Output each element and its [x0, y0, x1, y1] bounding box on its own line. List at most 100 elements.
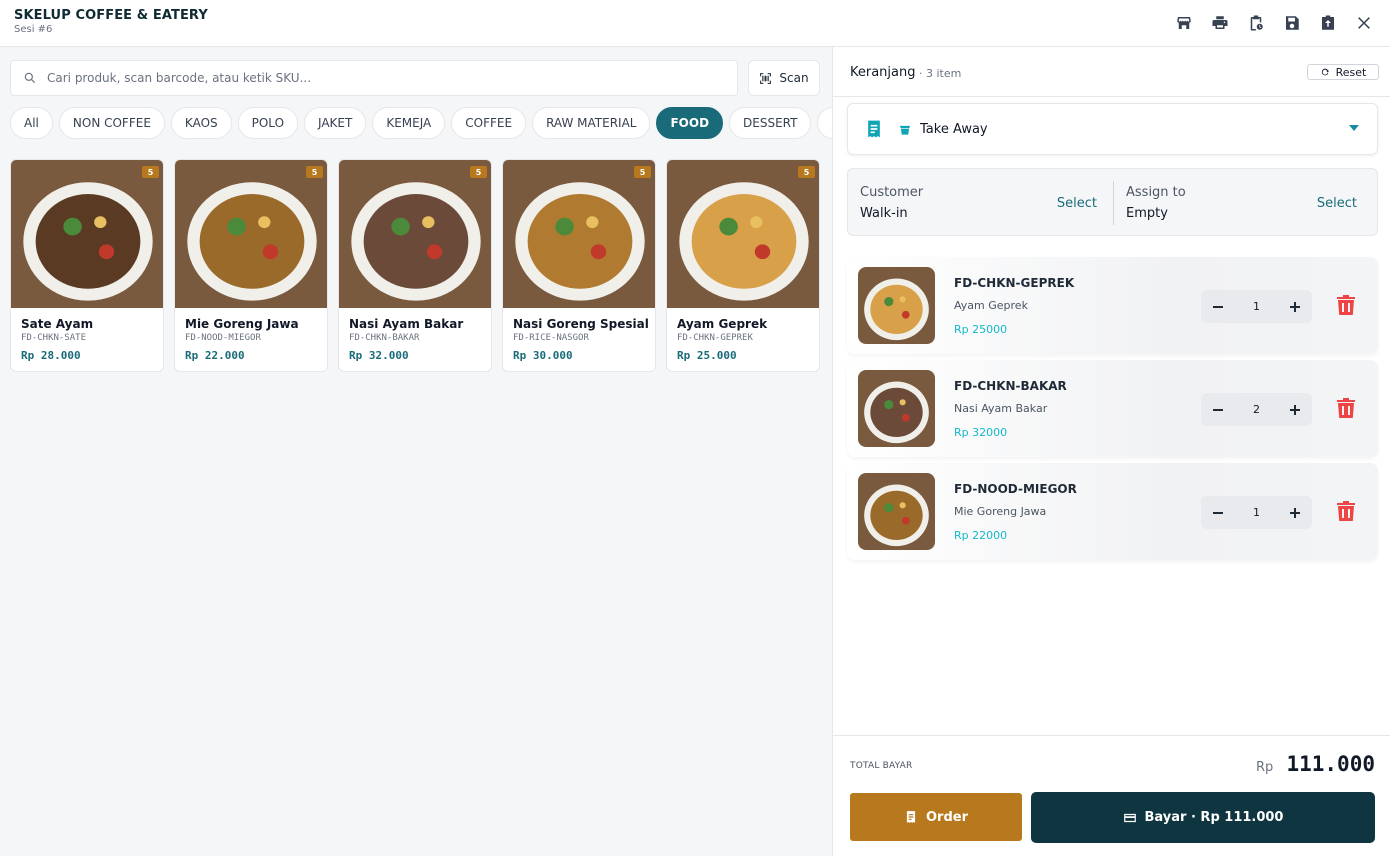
- chevron-down-icon: [1349, 125, 1359, 131]
- product-name: Nasi Goreng Spesial: [513, 317, 649, 331]
- save-icon[interactable]: [1280, 11, 1304, 35]
- cart-item-count: · 3 item: [919, 67, 962, 80]
- cart-item-sku: FD-CHKN-BAKAR: [954, 379, 1067, 393]
- product-sku: FD-CHKN-GEPREK: [677, 333, 753, 343]
- product-price: Rp 30.000: [513, 349, 573, 362]
- trash-icon[interactable]: [1337, 398, 1355, 418]
- assign-section: Assign to Empty Select: [1114, 169, 1379, 237]
- total-label: TOTAL BAYAR: [850, 761, 913, 771]
- customer-assign-panel: Customer Walk-in Select Assign to Empty …: [847, 168, 1378, 236]
- pay-label: Bayar · Rp 111.000: [1144, 810, 1284, 825]
- order-button[interactable]: Order: [850, 793, 1022, 841]
- clipboard-clock-icon[interactable]: [1244, 11, 1268, 35]
- trash-icon[interactable]: [1337, 295, 1355, 315]
- customer-select-button[interactable]: Select: [1057, 196, 1097, 211]
- plus-icon[interactable]: [1288, 506, 1302, 520]
- product-grid: 5 Sate Ayam FD-CHKN-SATE Rp 28.000 5 Mie Gore…: [10, 159, 820, 372]
- product-name: Nasi Ayam Bakar: [349, 317, 464, 331]
- receipt-icon: [864, 119, 884, 139]
- cart-item: FD-CHKN-BAKAR Nasi Ayam Bakar Rp 32000 2: [847, 360, 1378, 457]
- quantity-value: 1: [1253, 506, 1260, 519]
- trash-icon[interactable]: [1337, 501, 1355, 521]
- reset-label: Reset: [1335, 65, 1367, 79]
- scan-label: Scan: [779, 71, 809, 85]
- category-chip-raw-material[interactable]: RAW MATERIAL: [532, 107, 651, 139]
- cart-item: FD-NOOD-MIEGOR Mie Goreng Jawa Rp 22000 1: [847, 463, 1378, 560]
- category-chip-celana[interactable]: CELANA: [817, 107, 832, 139]
- product-card[interactable]: 5 Mie Goreng Jawa FD-NOOD-MIEGOR Rp 22.000: [174, 159, 328, 372]
- order-type-select[interactable]: Take Away: [847, 103, 1378, 155]
- top-bar: SKELUP COFFEE & EATERY Sesi #6: [0, 0, 1390, 47]
- quantity-value: 2: [1253, 403, 1260, 416]
- product-card[interactable]: 5 Ayam Geprek FD-CHKN-GEPREK Rp 25.000: [666, 159, 820, 372]
- pay-button[interactable]: Bayar · Rp 111.000: [1031, 792, 1375, 843]
- minus-icon[interactable]: [1211, 403, 1225, 417]
- cart-item-sku: FD-CHKN-GEPREK: [954, 276, 1075, 290]
- product-image: 5: [667, 160, 819, 308]
- store-icon[interactable]: [1172, 11, 1196, 35]
- product-name: Sate Ayam: [21, 317, 94, 331]
- category-chip-coffee[interactable]: COFFEE: [451, 107, 527, 139]
- customer-section: Customer Walk-in Select: [848, 169, 1113, 237]
- quantity-stepper: 1: [1201, 290, 1312, 323]
- cart-item-image: [858, 370, 935, 447]
- printer-icon[interactable]: [1208, 11, 1232, 35]
- scan-button[interactable]: Scan: [748, 60, 820, 96]
- category-chip-kaos[interactable]: KAOS: [170, 107, 232, 139]
- quantity-stepper: 2: [1201, 393, 1312, 426]
- search-bar: [10, 60, 738, 96]
- product-sku: FD-NOOD-MIEGOR: [185, 333, 261, 343]
- credit-card-icon: [1123, 813, 1136, 822]
- category-chip-jaket[interactable]: JAKET: [304, 107, 367, 139]
- quantity-value: 1: [1253, 300, 1260, 313]
- product-price: Rp 25.000: [677, 349, 737, 362]
- order-type-label: Take Away: [920, 121, 988, 137]
- brand: SKELUP COFFEE & EATERY Sesi #6: [14, 8, 208, 35]
- cart-item-price: Rp 22000: [954, 529, 1008, 542]
- product-image: 5: [11, 160, 163, 308]
- product-sku: FD-CHKN-SATE: [21, 333, 87, 343]
- product-image: 5: [175, 160, 327, 308]
- plus-icon[interactable]: [1288, 403, 1302, 417]
- category-chip-dessert[interactable]: DESSERT: [729, 107, 812, 139]
- barcode-scan-icon: [760, 72, 772, 84]
- product-price: Rp 32.000: [349, 349, 409, 362]
- assign-select-button[interactable]: Select: [1317, 196, 1357, 211]
- receipt-icon: [906, 811, 916, 823]
- archive-icon[interactable]: [1316, 11, 1340, 35]
- plus-icon[interactable]: [1288, 300, 1302, 314]
- product-sku: FD-CHKN-BAKAR: [349, 333, 420, 343]
- product-card[interactable]: 5 Nasi Goreng Spesial FD-RICE-NASGOR Rp 30.…: [502, 159, 656, 372]
- cart-pane: Keranjang · 3 item Reset Take Away Custo…: [832, 47, 1390, 856]
- store-name: SKELUP COFFEE & EATERY: [14, 8, 208, 23]
- product-name: Mie Goreng Jawa: [185, 317, 299, 331]
- cart-item-image: [858, 267, 935, 344]
- cart-title: Keranjang: [850, 65, 916, 80]
- pos-app: SKELUP COFFEE & EATERY Sesi #6 Cari prod…: [0, 0, 1390, 856]
- close-icon[interactable]: [1352, 11, 1376, 35]
- cart-item-image: [858, 473, 935, 550]
- minus-icon[interactable]: [1211, 300, 1225, 314]
- category-chip-food[interactable]: FOOD: [656, 107, 724, 139]
- category-chip-all[interactable]: All: [10, 107, 53, 139]
- category-chip-polo[interactable]: POLO: [237, 107, 299, 139]
- product-image: 5: [503, 160, 655, 308]
- search-icon: [24, 72, 36, 84]
- cart-item-price: Rp 32000: [954, 426, 1008, 439]
- cart-item-sku: FD-NOOD-MIEGOR: [954, 482, 1077, 496]
- category-chip-non-coffee[interactable]: NON COFFEE: [58, 107, 165, 139]
- product-card[interactable]: 5 Nasi Ayam Bakar FD-CHKN-BAKAR Rp 32.000: [338, 159, 492, 372]
- cart-item: FD-CHKN-GEPREK Ayam Geprek Rp 25000 1: [847, 257, 1378, 354]
- minus-icon[interactable]: [1211, 506, 1225, 520]
- session-label: Sesi #6: [14, 24, 53, 35]
- product-pane: Scan AllNON COFFEEKAOSPOLOJAKETKEMEJACOF…: [0, 47, 832, 856]
- category-chip-kemeja[interactable]: KEMEJA: [372, 107, 446, 139]
- toolbar: [1172, 11, 1376, 35]
- product-card[interactable]: 5 Sate Ayam FD-CHKN-SATE Rp 28.000: [10, 159, 164, 372]
- assign-label: Assign to: [1126, 185, 1186, 200]
- reset-button[interactable]: Reset: [1307, 64, 1379, 80]
- search-input[interactable]: [47, 71, 737, 85]
- product-image: 5: [339, 160, 491, 308]
- stock-badge: 5: [634, 166, 651, 178]
- total-currency: Rp: [1256, 760, 1274, 775]
